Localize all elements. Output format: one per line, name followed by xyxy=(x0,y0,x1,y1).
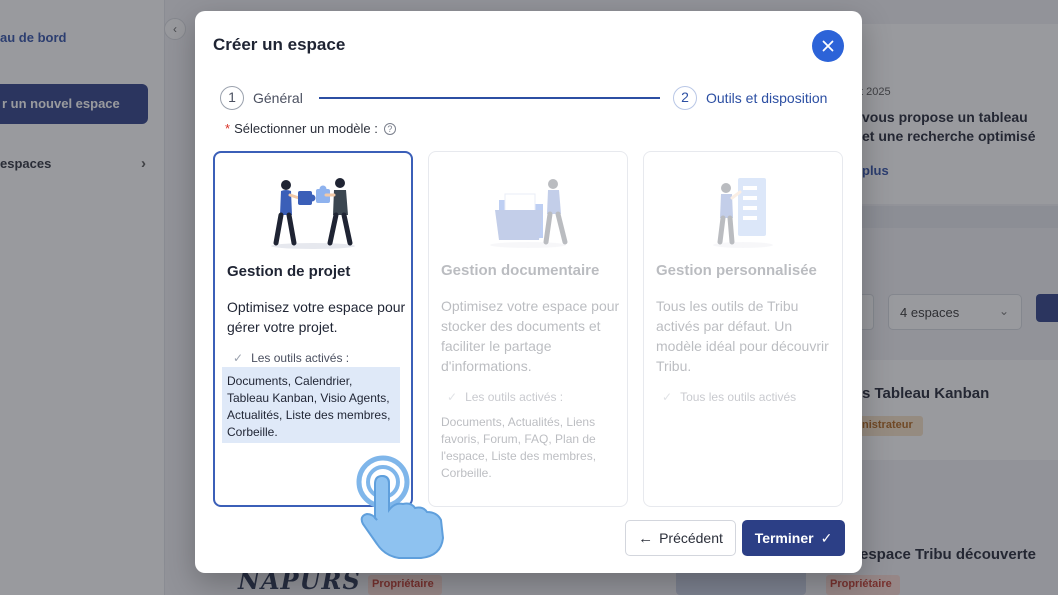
create-space-modal: Créer un espace 1 Général 2 Outils et di… xyxy=(195,11,862,573)
card-description: Optimisez votre espace pour stocker des … xyxy=(441,298,620,374)
arrow-left-icon: ← xyxy=(638,529,654,547)
check-icon: ✓ xyxy=(662,390,673,404)
tools-enabled-label: ✓ Les outils activés : xyxy=(447,390,564,404)
close-button[interactable] xyxy=(812,30,844,62)
tools-list: Documents, Calendrier, Tableau Kanban, V… xyxy=(222,367,400,443)
check-icon: ✓ xyxy=(447,390,458,404)
card-title: Gestion de projet xyxy=(227,263,351,280)
card-description: Tous les outils de Tribu activés par déf… xyxy=(656,298,829,374)
help-icon[interactable]: ? xyxy=(383,122,396,135)
template-label: * Sélectionner un modèle : ? xyxy=(225,121,396,136)
puzzle-team-illustration xyxy=(215,175,411,249)
card-title: Gestion documentaire xyxy=(441,262,600,279)
close-icon xyxy=(822,40,834,52)
tools-enabled-label: ✓ Les outils activés : xyxy=(233,351,350,365)
tools-list: Documents, Actualités, Liens favoris, Fo… xyxy=(441,415,597,480)
modal-title: Créer un espace xyxy=(213,35,346,54)
required-mark: * xyxy=(225,121,231,136)
step-tools-layout[interactable]: 2 Outils et disposition xyxy=(673,86,827,110)
tap-hand-icon xyxy=(356,455,445,559)
step-number: 1 xyxy=(220,86,244,110)
finish-button[interactable]: Terminer ✓ xyxy=(742,520,845,556)
template-card-custom[interactable]: Gestion personnalisée Tous les outils de… xyxy=(643,151,843,507)
document-folder-illustration xyxy=(429,174,627,248)
step-number: 2 xyxy=(673,86,697,110)
check-icon: ✓ xyxy=(233,351,244,365)
card-title: Gestion personnalisée xyxy=(656,262,817,279)
step-label: Outils et disposition xyxy=(706,90,828,106)
step-general[interactable]: 1 Général xyxy=(220,86,303,110)
tools-enabled-label: ✓ Tous les outils activés xyxy=(662,390,797,404)
custom-board-illustration xyxy=(644,174,842,248)
stepper-line xyxy=(319,97,660,99)
check-icon: ✓ xyxy=(820,529,833,546)
template-card-documents[interactable]: Gestion documentaire Optimisez votre esp… xyxy=(428,151,628,507)
card-description: Optimisez votre espace pour gérer votre … xyxy=(227,299,406,335)
previous-button[interactable]: ← Précédent xyxy=(625,520,736,556)
step-label: Général xyxy=(253,90,303,106)
